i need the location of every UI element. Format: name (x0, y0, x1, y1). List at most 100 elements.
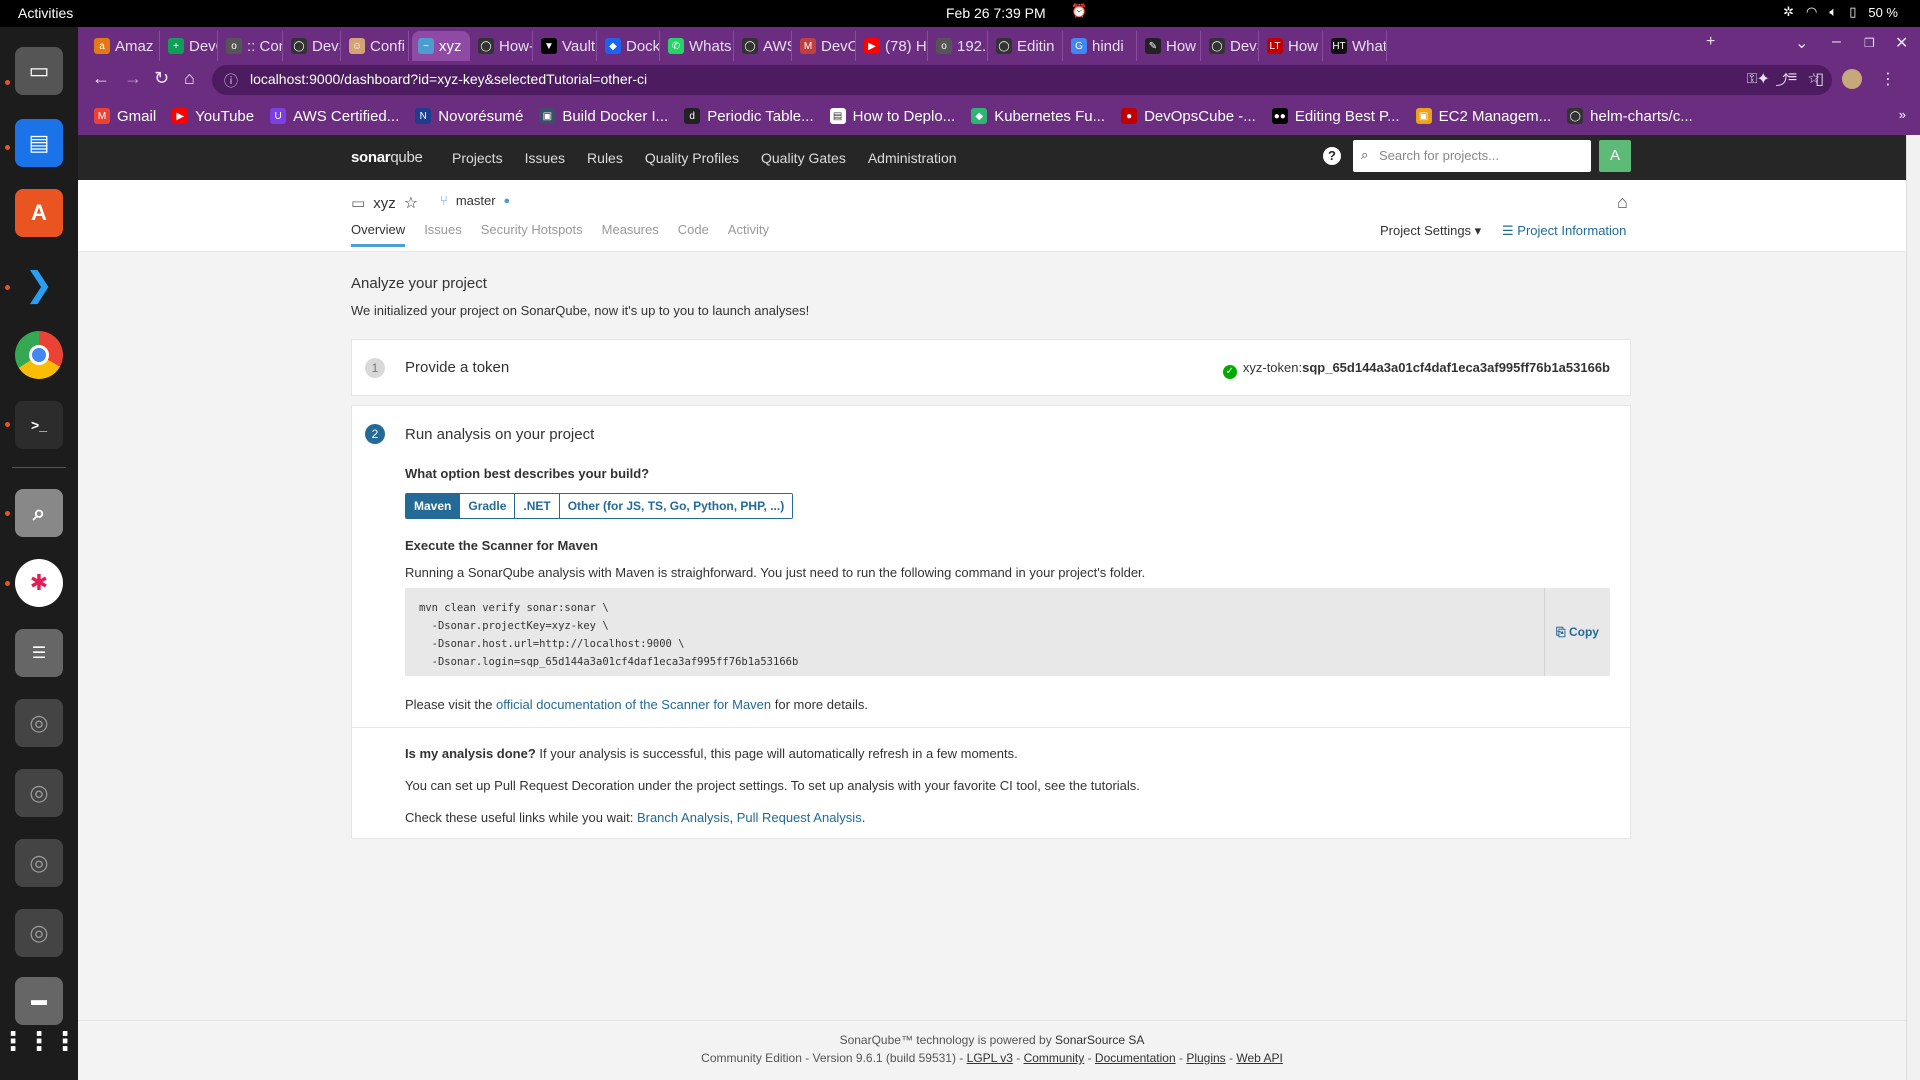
option-dotnet[interactable]: .NET (515, 494, 560, 518)
url-field[interactable]: ⓘ localhost:9000/dashboard?id=xyz-key&se… (212, 65, 1832, 95)
bookmark-item[interactable]: ◆ Kubernetes Fu... (971, 108, 1105, 125)
new-tab-icon[interactable]: + (1706, 33, 1715, 51)
browser-tab[interactable]: ☺ Confi (343, 31, 409, 61)
browser-tab[interactable]: a Amaz (88, 31, 160, 61)
browser-tab[interactable]: o 192.1 (930, 31, 988, 61)
browser-tab[interactable]: M DevO (794, 31, 856, 61)
chrome-icon[interactable] (15, 331, 63, 379)
reload-icon[interactable]: ↻ (154, 68, 169, 89)
bookmark-item[interactable]: ▣ EC2 Managem... (1415, 108, 1551, 125)
license-link[interactable]: LGPL v3 (967, 1051, 1013, 1065)
branch-analysis-link[interactable]: Branch Analysis (637, 810, 730, 825)
tab-issues[interactable]: Issues (424, 222, 462, 247)
home-icon[interactable]: ⌂ (184, 68, 195, 89)
option-other[interactable]: Other (for JS, TS, Go, Python, PHP, ...) (559, 494, 793, 518)
back-icon[interactable]: ← (92, 68, 110, 89)
restore-icon[interactable]: ❐ (1864, 36, 1875, 50)
browser-tab[interactable]: ~xyz✕ (412, 31, 470, 61)
close-window-icon[interactable]: ✕ (1895, 33, 1908, 53)
tab-measures[interactable]: Measures (602, 222, 659, 247)
browser-tab[interactable]: ◯ Editin (990, 31, 1063, 61)
bookmark-item[interactable]: ▤ How to Deplo... (829, 108, 955, 125)
files-icon[interactable]: ▭ (15, 47, 63, 95)
slack-icon[interactable]: ✱ (15, 559, 63, 607)
documentation-link[interactable]: Documentation (1095, 1051, 1176, 1065)
browser-tab[interactable]: Ghindi (1065, 31, 1137, 61)
browser-tab[interactable]: HT What (1325, 31, 1387, 61)
side-panel-icon[interactable]: ▯ (1815, 69, 1824, 89)
nav-quality-gates[interactable]: Quality Gates (761, 150, 846, 166)
copy-button[interactable]: ⎘ Copy (1544, 588, 1610, 676)
activities-button[interactable]: Activities (18, 5, 73, 21)
browser-tab[interactable]: ✎ How t (1139, 31, 1201, 61)
bookmark-item[interactable]: ●● Editing Best P... (1271, 108, 1400, 125)
page-scrollbar[interactable] (1906, 135, 1920, 1080)
sonarsource-link[interactable]: SonarSource SA (1055, 1033, 1144, 1047)
writer-icon[interactable]: ▤ (15, 119, 63, 167)
profile-avatar[interactable] (1842, 69, 1862, 89)
nav-issues[interactable]: Issues (525, 150, 565, 166)
site-info-icon[interactable]: ⓘ (224, 71, 238, 91)
community-link[interactable]: Community (1024, 1051, 1085, 1065)
web-api-link[interactable]: Web API (1236, 1051, 1282, 1065)
favorite-star-icon[interactable]: ☆ (404, 193, 418, 213)
sonarqube-logo[interactable]: sonarqube (351, 149, 423, 166)
disk-icon[interactable]: ◎ (15, 699, 63, 747)
plugins-link[interactable]: Plugins (1186, 1051, 1225, 1065)
browser-tab[interactable]: o:: Con (220, 31, 283, 61)
user-avatar[interactable]: A (1599, 140, 1631, 172)
bookmark-item[interactable]: ▣ Build Docker I... (539, 108, 668, 125)
branch-info-icon[interactable]: ● (504, 195, 511, 207)
bookmark-item[interactable]: M Gmail (94, 108, 156, 125)
bookmark-item[interactable]: ● DevOpsCube -... (1121, 108, 1256, 125)
option-maven[interactable]: Maven (406, 494, 461, 518)
app-center-icon[interactable]: A (15, 189, 63, 237)
disk-icon[interactable]: ◎ (15, 839, 63, 887)
disk-icon[interactable]: ◎ (15, 769, 63, 817)
project-information-link[interactable]: ☰ Project Information (1502, 223, 1626, 239)
menu-icon[interactable]: ⋮ (1880, 69, 1896, 89)
browser-tab[interactable]: LT How t (1261, 31, 1323, 61)
system-tray[interactable]: ✲ ◠ 🔈︎ ▯ 50 % (1783, 4, 1898, 20)
forward-icon[interactable]: → (124, 68, 142, 89)
browser-tab[interactable]: ◆ Docke (599, 31, 660, 61)
extensions-icon[interactable]: ✦ (1756, 69, 1769, 89)
vscode-icon[interactable]: ❯ (15, 261, 63, 309)
nav-rules[interactable]: Rules (587, 150, 623, 166)
disk-icon[interactable]: ◎ (15, 909, 63, 957)
browser-tab[interactable]: ✆ Whats (662, 31, 734, 61)
project-settings-dropdown[interactable]: Project Settings ▾ (1380, 223, 1481, 239)
browser-tab[interactable]: ▶ (78) H (858, 31, 928, 61)
project-name[interactable]: xyz (373, 195, 396, 212)
show-apps-icon[interactable]: ⋮⋮⋮ (0, 1017, 78, 1065)
browser-tab[interactable]: + DevO (162, 31, 218, 61)
terminal-icon[interactable]: >_ (15, 401, 63, 449)
magnifier-icon[interactable]: ⌕ (15, 489, 63, 537)
media-icon[interactable]: ≡ (1788, 69, 1797, 89)
clock[interactable]: Feb 26 7:39 PM (946, 5, 1046, 21)
bookmark-item[interactable]: ◯ helm-charts/c... (1567, 108, 1693, 125)
bookmark-item[interactable]: d Periodic Table... (684, 108, 814, 125)
more-bookmarks-icon[interactable]: » (1899, 107, 1906, 122)
project-search-input[interactable]: ⌕ Search for projects... (1353, 140, 1591, 172)
nav-quality-profiles[interactable]: Quality Profiles (645, 150, 739, 166)
help-icon[interactable]: ? (1323, 147, 1341, 165)
tab-security-hotspots[interactable]: Security Hotspots (481, 222, 583, 247)
browser-tab[interactable]: ▼ Vault (535, 31, 597, 61)
nav-projects[interactable]: Projects (452, 150, 503, 166)
pull-request-analysis-link[interactable]: Pull Request Analysis (737, 810, 862, 825)
bookmark-item[interactable]: U AWS Certified... (270, 108, 399, 125)
text-editor-icon[interactable]: ☰ (15, 629, 63, 677)
tab-activity[interactable]: Activity (728, 222, 769, 247)
tab-code[interactable]: Code (678, 222, 709, 247)
homepage-icon[interactable]: ⌂ (1617, 192, 1628, 213)
browser-tab[interactable]: ◯ DevSe (1203, 31, 1259, 61)
bookmark-item[interactable]: N Novorésumé (415, 108, 523, 125)
bookmark-item[interactable]: ▶ YouTube (172, 108, 254, 125)
tab-overview[interactable]: Overview (351, 222, 406, 247)
minimize-icon[interactable]: – (1832, 33, 1841, 51)
option-gradle[interactable]: Gradle (460, 494, 516, 518)
tab-search-icon[interactable]: ⌄ (1795, 33, 1808, 53)
browser-tab[interactable]: ◯ AWS_ (736, 31, 792, 61)
branch-selector[interactable]: ⑂ master ● (440, 193, 510, 208)
